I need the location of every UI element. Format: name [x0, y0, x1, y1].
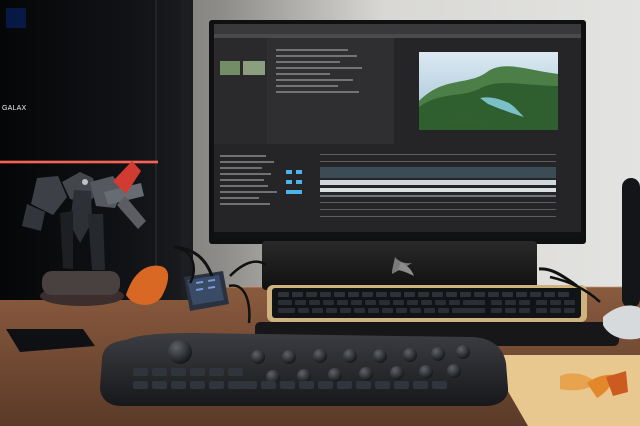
speaker-bar [262, 241, 537, 290]
pc-case-brand-label: GALAX [2, 105, 27, 112]
monitor [209, 20, 586, 253]
photo-scene: GALAX [0, 0, 640, 426]
usb-hub [184, 271, 229, 311]
editing-controller [100, 333, 509, 406]
video-preview [419, 52, 558, 130]
keyboard [267, 285, 587, 322]
scene-artwork [0, 0, 640, 426]
